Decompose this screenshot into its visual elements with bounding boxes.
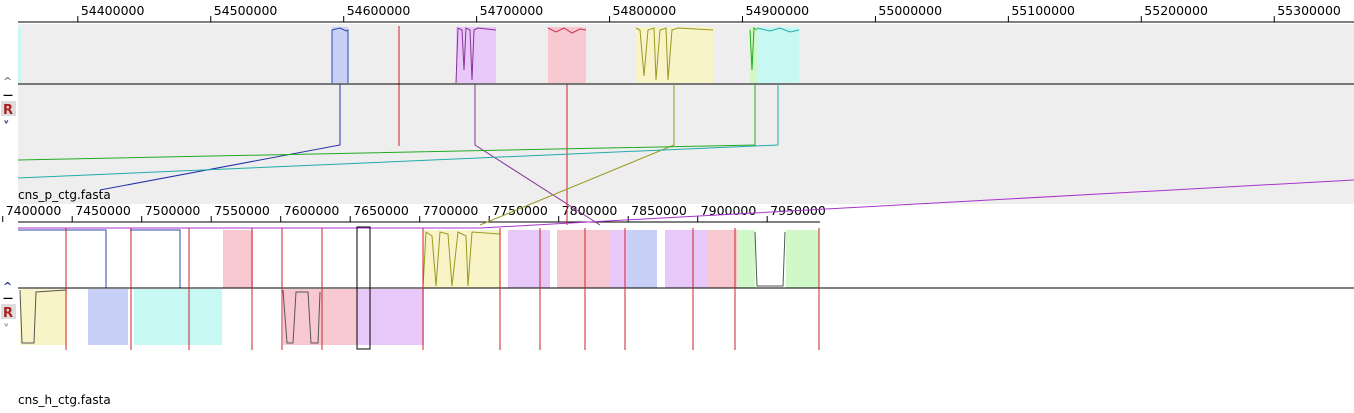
top-ruler-tick-label: 55200000 [1144, 3, 1208, 18]
bottom-ruler-tick-label: 7450000 [75, 203, 131, 218]
lcb-block-pink[interactable] [548, 27, 586, 83]
lcb-block-purple[interactable] [508, 230, 550, 288]
lcb-block-yellow-lower[interactable] [20, 289, 67, 345]
lcb-block-pink-2[interactable] [557, 230, 609, 288]
top-ruler-tick-label: 55000000 [878, 3, 942, 18]
lcb-block-green[interactable] [737, 230, 755, 288]
top-panel-controls: ^ — R ˅ [1, 75, 16, 135]
bottom-ruler-tick-label: 7850000 [631, 203, 687, 218]
top-ruler-tick-label: 55300000 [1277, 3, 1341, 18]
top-scroll-up-icon[interactable]: ^ [3, 75, 12, 88]
top-ruler-tick-label: 54600000 [347, 3, 411, 18]
top-ruler-tick-label: 54500000 [214, 3, 278, 18]
lcb-block-blue-lower[interactable] [88, 289, 128, 345]
mauve-viewer: 54400000 54500000 54600000 54700000 54800000… [0, 0, 1354, 409]
bottom-reverse-button[interactable]: R [3, 306, 13, 321]
bottom-genome-label: cns_h_ctg.fasta [18, 393, 111, 407]
top-hide-icon[interactable]: — [3, 90, 13, 101]
top-ruler-tick-label: 54800000 [613, 3, 677, 18]
top-ruler-tick-label: 54700000 [480, 3, 544, 18]
bottom-ruler-tick-label: 7700000 [423, 203, 479, 218]
top-ruler-tick-label: 55100000 [1011, 3, 1075, 18]
lcb-block-yellow[interactable] [423, 230, 501, 288]
lcb-block-pink[interactable] [223, 230, 253, 288]
lcb-block-blue[interactable] [627, 230, 657, 288]
lcb-block-purple-3[interactable] [665, 230, 707, 288]
lcb-block-blue[interactable] [332, 27, 348, 83]
bottom-ruler-tick-label: 7650000 [353, 203, 409, 218]
bottom-ruler: 7400000 7450000 7500000 7550000 7600000 76500… [2, 203, 826, 223]
top-genome-label: cns_p_ctg.fasta [18, 188, 111, 202]
bottom-hide-icon[interactable]: — [3, 293, 13, 304]
top-reverse-button[interactable]: R [3, 103, 13, 118]
bottom-ruler-tick-label: 7400000 [6, 203, 62, 218]
lcb-block-cyan[interactable] [18, 27, 21, 83]
lcb-block-cyan-2[interactable] [757, 27, 799, 83]
bottom-panel-controls: ^ — R ˅ [1, 280, 16, 338]
lcb-block-green-2[interactable] [786, 230, 819, 288]
bottom-ruler-tick-label: 7550000 [214, 203, 270, 218]
bottom-ruler-tick-label: 7750000 [492, 203, 548, 218]
bottom-scroll-up-icon[interactable]: ^ [3, 280, 12, 293]
lcb-block-cyan-lower[interactable] [134, 289, 222, 345]
top-scroll-down-icon[interactable]: ˅ [3, 120, 10, 135]
alignment-viewer: 54400000 54500000 54600000 54700000 54800000… [1, 3, 1354, 407]
top-ruler: 54400000 54500000 54600000 54700000 54800000… [18, 3, 1354, 23]
bottom-scroll-down-icon[interactable]: ˅ [3, 323, 10, 338]
lcb-block-pink-3[interactable] [707, 230, 737, 288]
lcb-block-purple-lower[interactable] [358, 289, 424, 345]
top-ruler-tick-label: 54400000 [81, 3, 145, 18]
bottom-ruler-tick-label: 7600000 [284, 203, 340, 218]
top-ruler-tick-label: 54900000 [745, 3, 809, 18]
bottom-ruler-tick-label: 7500000 [145, 203, 201, 218]
lcb-block-purple-2[interactable] [609, 230, 627, 288]
